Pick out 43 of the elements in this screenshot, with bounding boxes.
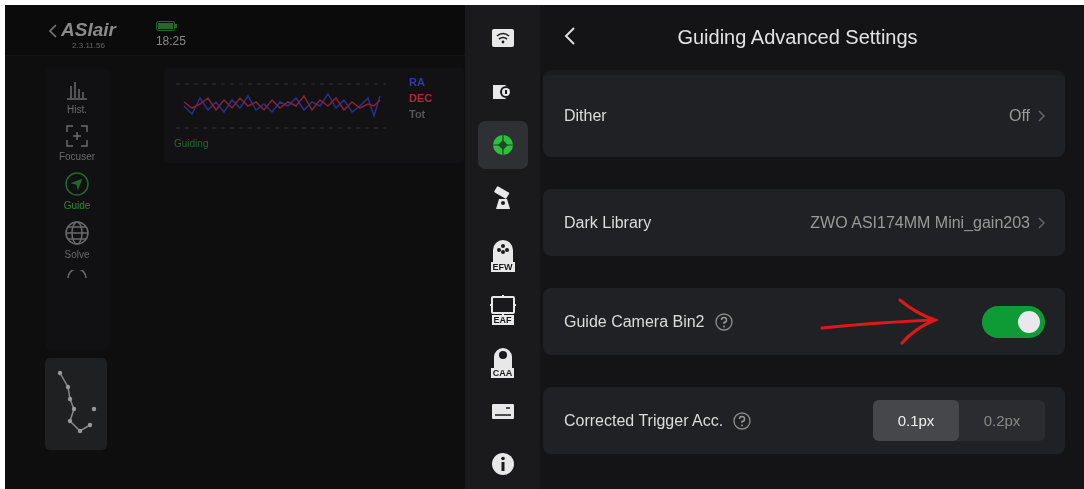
sidebar-item[interactable]: Guide — [63, 172, 91, 211]
wifi-icon — [491, 29, 514, 47]
setting-label: Guide Camera Bin2 — [564, 312, 705, 331]
version-text: 2.3.11.56 — [72, 40, 105, 50]
sky-map-button[interactable] — [45, 358, 107, 450]
device-tab[interactable]: CAA — [477, 341, 528, 375]
focus-frame-icon — [66, 125, 88, 147]
help-icon[interactable] — [733, 411, 752, 430]
setting-label: Dark Library — [564, 213, 652, 232]
help-icon[interactable] — [714, 312, 733, 331]
app-logo: ASIair — [61, 18, 116, 41]
camera-icon — [492, 85, 512, 99]
chevron-right-icon — [1038, 110, 1045, 122]
chevron-right-icon — [1038, 216, 1045, 229]
device-tab[interactable] — [477, 121, 528, 169]
segment-option[interactable]: 0.2px — [959, 400, 1045, 441]
sidebar-item[interactable]: Solve — [64, 221, 90, 260]
device-tab[interactable]: EAF — [477, 288, 528, 322]
compass-icon — [66, 270, 88, 278]
battery-icon — [155, 20, 178, 31]
clock-time: 18:25 — [155, 33, 186, 48]
sidebar-item[interactable]: Hist. — [66, 80, 88, 115]
telescope-icon — [493, 185, 510, 209]
histogram-icon — [66, 80, 88, 100]
setting-label: Dither — [564, 107, 607, 125]
setting-label: Corrected Trigger Acc. — [564, 411, 724, 430]
sidebar-item[interactable]: Focuser — [58, 125, 96, 162]
legend-label: Tot — [409, 108, 427, 120]
crosshair-icon — [490, 133, 515, 157]
segment-option[interactable]: 0.1px — [873, 400, 959, 441]
toggle-switch[interactable] — [982, 305, 1045, 338]
device-tab[interactable]: EFW — [477, 235, 528, 269]
page-title: Guiding Advanced Settings — [676, 26, 919, 49]
legend-label: RA — [409, 76, 426, 88]
navigation-icon — [65, 172, 89, 196]
guiding-status: Guiding — [174, 138, 210, 149]
setting-value-link[interactable]: Off — [1008, 107, 1045, 125]
legend-label: DEC — [409, 92, 433, 104]
focuser-icon — [488, 294, 517, 316]
info-icon — [491, 453, 514, 475]
setting-value-link[interactable]: ZWO ASI174MM Mini_gain203 — [810, 213, 1045, 232]
globe-icon — [65, 221, 89, 245]
controller-icon — [491, 404, 514, 419]
